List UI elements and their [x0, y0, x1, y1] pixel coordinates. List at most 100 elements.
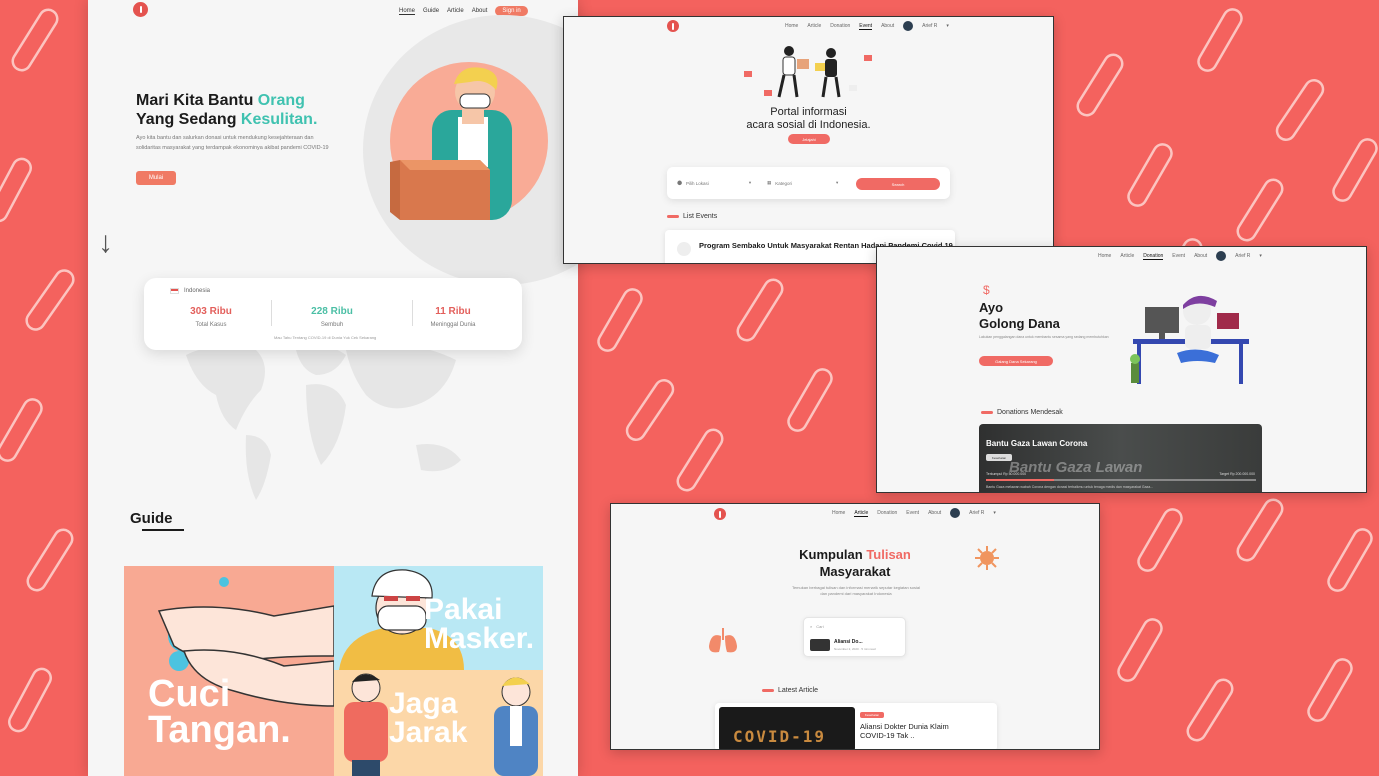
user-name[interactable]: Arief R: [969, 510, 984, 516]
nav-article[interactable]: Article: [854, 510, 869, 517]
nav-home[interactable]: Home: [399, 8, 416, 15]
tile-wear-mask: Pakai Masker.: [334, 566, 543, 670]
event-search-bar: ⬤ Pilih Lokasi ▾ ▦ Kategori ▾ Search: [667, 167, 950, 199]
chevron-down-icon[interactable]: ▾: [993, 510, 996, 516]
nav-home[interactable]: Home: [832, 510, 845, 516]
nav-about[interactable]: About: [1194, 253, 1207, 259]
user-name[interactable]: Arief R: [1235, 253, 1250, 259]
stats-country: Indonesia: [170, 288, 210, 294]
covid-stats-card: Indonesia 303 Ribu Total Kasus 228 Ribu …: [144, 278, 522, 350]
workstation-illustration: [1130, 295, 1249, 384]
location-pin-icon: ⬤: [677, 180, 683, 185]
hero-title: Mari Kita Bantu Orang Yang Sedang Kesuli…: [136, 92, 318, 128]
chevron-down-icon[interactable]: ▾: [946, 23, 949, 29]
nav-about[interactable]: About: [472, 8, 488, 14]
brand-logo[interactable]: [714, 508, 726, 520]
events-title: Portal informasi acara sosial di Indonesi…: [746, 106, 871, 131]
donation-progress-bar: [986, 479, 1256, 481]
explore-button[interactable]: Jelajahi: [788, 134, 830, 144]
stat-recovered: 228 Ribu Sembuh: [311, 306, 353, 328]
chevron-down-icon[interactable]: ▾: [1259, 253, 1262, 259]
volunteer-illustration: [390, 67, 512, 220]
building-icon: ▦: [767, 180, 772, 185]
nav-about[interactable]: About: [928, 510, 941, 516]
tile-wash-text: Cuci Tangan.: [148, 673, 291, 752]
nav-event[interactable]: Event: [1172, 253, 1185, 259]
guide-title: Guide: [130, 510, 173, 527]
indonesia-flag-icon: [170, 288, 179, 294]
covid-image: COVID-19: [719, 707, 855, 749]
hero-illustration: [390, 62, 548, 220]
events-nav: Home Article Donation Event About Arief …: [785, 21, 949, 31]
donation-card-watermark: Bantu Gaza Lawan: [1009, 459, 1143, 476]
nav-guide[interactable]: Guide: [423, 8, 439, 14]
donation-nav: Home Article Donation Event About Arief …: [1098, 251, 1262, 261]
brand-logo[interactable]: [133, 2, 148, 17]
donation-page-screenshot: Home Article Donation Event About Arief …: [876, 246, 1367, 493]
start-fundraising-button[interactable]: Galang Dana Sekarang: [979, 356, 1053, 366]
nav-about[interactable]: About: [881, 23, 894, 29]
guide-tiles: Cuci Tangan. Pakai Masker. Jaga Jarak: [124, 566, 543, 776]
scroll-down-icon[interactable]: ↓: [98, 226, 113, 260]
virus-icon: [975, 546, 999, 570]
dollar-icon: $: [983, 283, 990, 297]
hero-description: Ayo kita bantu dan salurkan donasi untuk…: [136, 135, 329, 151]
nav-article[interactable]: Article: [807, 23, 821, 29]
nav-donation[interactable]: Donation: [877, 510, 897, 516]
user-avatar[interactable]: [950, 508, 961, 518]
article-tag: Kesehatan: [860, 712, 884, 718]
donations-urgent-label: Donations Mendesak: [981, 409, 1063, 416]
guide-underline: [142, 529, 184, 531]
chevron-down-icon: ▾: [836, 180, 839, 185]
latest-article-card[interactable]: COVID-19 Kesehatan Aliansi Dokter Dunia …: [715, 703, 997, 749]
article-search-input[interactable]: ⌕ Cari: [810, 624, 824, 629]
nav-article[interactable]: Article: [447, 8, 464, 14]
user-name[interactable]: Arief R: [922, 23, 937, 29]
lungs-icon: [709, 628, 737, 653]
user-avatar[interactable]: [903, 21, 914, 31]
latest-article-label: Latest Article: [762, 687, 818, 694]
result-thumbnail: [810, 639, 830, 651]
nav-home[interactable]: Home: [1098, 253, 1111, 259]
nav-donation[interactable]: Donation: [1143, 253, 1164, 260]
landing-page: Home Guide Article About Sign in Mari Ki…: [88, 0, 578, 776]
tile-mask-text: Pakai Masker.: [424, 593, 535, 655]
stat-divider: [271, 300, 272, 326]
article-title: Kumpulan Tulisan Masyarakat: [799, 547, 911, 579]
nav-event[interactable]: Event: [859, 23, 873, 30]
nav-article[interactable]: Article: [1120, 253, 1134, 259]
article-search-box: ⌕ Cari Aliansi Do... November 2, 2020 · …: [803, 617, 906, 657]
category-select[interactable]: ▦ Kategori ▾: [767, 180, 838, 186]
article-page-screenshot: Home Article Donation Event About Arief …: [610, 503, 1100, 750]
stats-source-link[interactable]: Mau Tahu Tentang COVID-19 di Dunia Yuk C…: [274, 335, 376, 340]
world-map-icon: [186, 344, 461, 500]
search-button[interactable]: Search: [856, 178, 940, 190]
nav-home[interactable]: Home: [785, 23, 798, 29]
brand-logo[interactable]: [667, 20, 679, 32]
result-title[interactable]: Aliansi Do...: [834, 639, 863, 645]
search-icon: ⌕: [810, 624, 813, 629]
donation-title: Ayo Golong Dana: [979, 300, 1060, 331]
donation-target: Target Rp 200.000.000: [1219, 472, 1255, 476]
article-description: Temukan berbagai tulisan dan informasi m…: [791, 585, 921, 596]
nav-donation[interactable]: Donation: [830, 23, 850, 29]
donation-collected: Terkumpul Rp 50.000.000: [986, 472, 1027, 476]
donation-card-description: Bantu Gaza melawan wabah Corona dengan d…: [986, 485, 1154, 489]
tile-keep-distance: Jaga Jarak: [334, 670, 543, 776]
latest-article-title: Aliansi Dokter Dunia Klaim COVID-19 Tak .…: [860, 722, 949, 740]
donation-card-title: Bantu Gaza Lawan Corona: [986, 439, 1088, 448]
nav-event[interactable]: Event: [906, 510, 919, 516]
donation-card[interactable]: Bantu Gaza Lawan Corona Kesehatan Bantu …: [979, 424, 1262, 492]
stat-total-cases: 303 Ribu Total Kasus: [190, 306, 232, 328]
location-select[interactable]: ⬤ Pilih Lokasi ▾: [677, 180, 751, 186]
result-meta: November 2, 2020 · 5 min read: [834, 647, 876, 651]
events-page-screenshot: Home Article Donation Event About Arief …: [563, 16, 1054, 264]
stat-deaths: 11 Ribu Meninggal Dunia: [430, 306, 476, 328]
user-avatar[interactable]: [1216, 251, 1227, 261]
article-nav: Home Article Donation Event About Arief …: [832, 508, 996, 518]
start-button[interactable]: Mulai: [136, 171, 176, 185]
chevron-down-icon: ▾: [748, 180, 752, 185]
event-icon: [677, 242, 691, 256]
donation-description: Lakukan penggalangan dana untuk membantu…: [979, 335, 1109, 339]
tile-distance-text: Jaga Jarak: [389, 687, 468, 749]
